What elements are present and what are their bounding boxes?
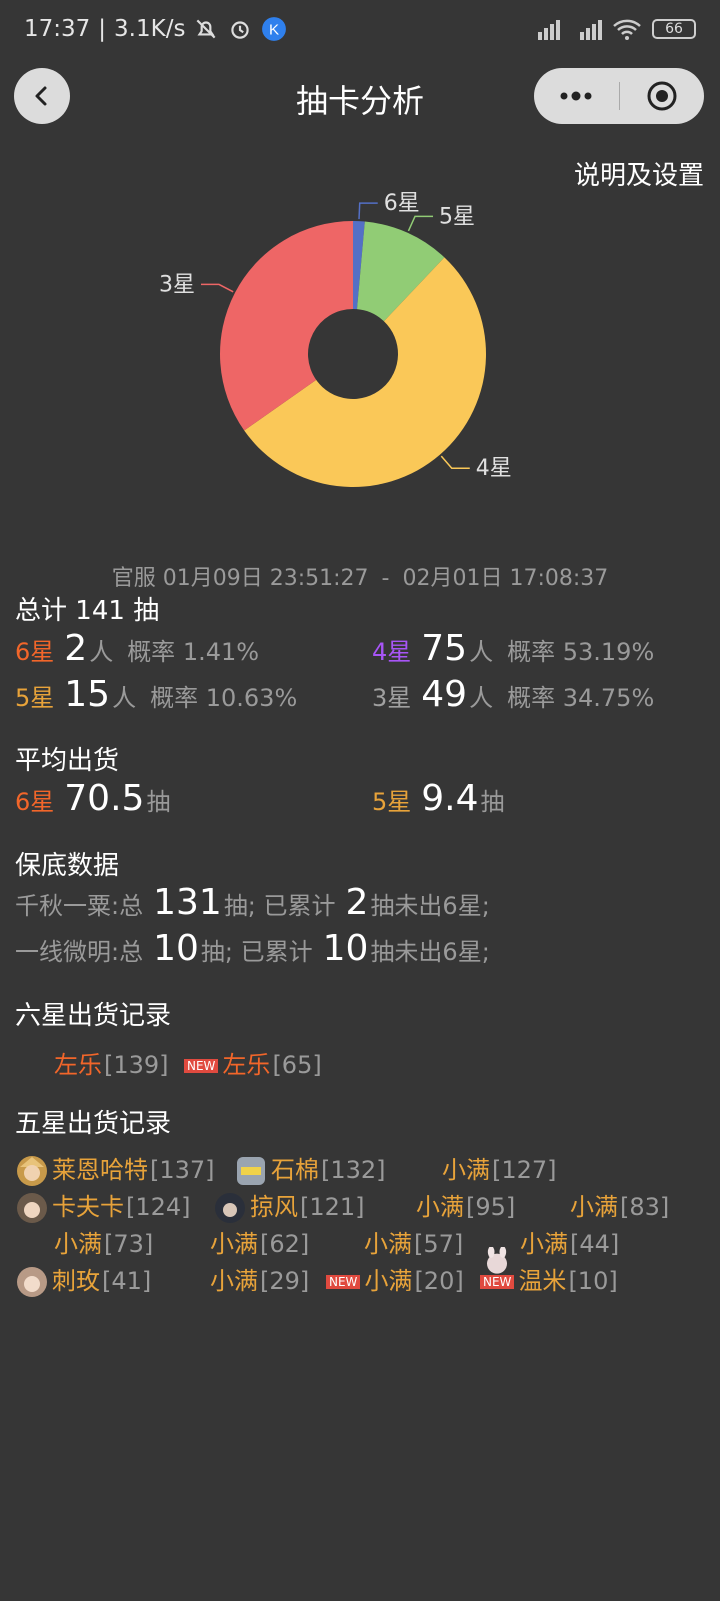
signal-hd-icon bbox=[538, 20, 560, 40]
five-star-record: 小满[83] bbox=[570, 1193, 670, 1221]
new-badge: NEW bbox=[184, 1059, 219, 1073]
slice-label: 6星 bbox=[384, 191, 420, 216]
pity-row-1: 千秋一粟:总 131抽; 已累计 2抽未出6星; bbox=[15, 882, 490, 923]
leader-line bbox=[200, 283, 234, 293]
capsule-divider bbox=[619, 82, 620, 110]
five-star-record: 小满[127] bbox=[442, 1156, 557, 1184]
slice-label: 4星 bbox=[476, 456, 512, 481]
stat-row-2: 5星 15人 概率 10.63% 3星 49人 概率 34.75% bbox=[15, 674, 705, 720]
stat-6-star: 6星 2人 概率 1.41% bbox=[15, 628, 260, 669]
range-end: 02月01日 17:08:37 bbox=[402, 566, 609, 591]
five-star-record: NEW 小满[20] bbox=[326, 1261, 464, 1296]
new-badge: NEW bbox=[480, 1275, 515, 1289]
stat-5-star: 5星 15人 概率 10.63% bbox=[15, 674, 298, 715]
new-badge: NEW bbox=[326, 1275, 361, 1289]
close-target-icon[interactable] bbox=[646, 80, 678, 112]
five-star-record: 小满[29] bbox=[210, 1267, 310, 1295]
mini-program-capsule bbox=[534, 68, 704, 124]
alarm-icon bbox=[231, 21, 250, 39]
settings-link[interactable]: 说明及设置 bbox=[574, 155, 704, 192]
five-star-record: 小满[73] bbox=[54, 1230, 154, 1258]
more-icon[interactable] bbox=[558, 86, 594, 106]
nav-bar: 抽卡分析 bbox=[0, 64, 720, 132]
range-separator: - bbox=[381, 566, 390, 591]
reinhart-avatar-icon bbox=[17, 1156, 47, 1186]
windflit-avatar-icon bbox=[215, 1193, 245, 1223]
stat-4-star: 4星 75人 概率 53.19% bbox=[372, 628, 655, 669]
five-star-record: 莱恩哈特[137] bbox=[14, 1150, 215, 1189]
app-notification-icon: K bbox=[262, 17, 287, 41]
leader-line bbox=[358, 202, 378, 220]
warmy-avatar-icon bbox=[487, 1247, 507, 1274]
svg-text:K: K bbox=[269, 21, 279, 38]
average-row: 6星 70.5抽 5星 9.4抽 bbox=[15, 778, 705, 824]
five-star-record: 卡夫卡[124] bbox=[14, 1187, 191, 1226]
time-range: 官服 01月09日 23:51:27 - 02月01日 17:08:37 bbox=[0, 560, 720, 592]
mute-bell-icon bbox=[197, 19, 216, 39]
six-star-record: NEW 左乐[65] bbox=[184, 1045, 322, 1080]
five-star-record: 小满[95] bbox=[416, 1193, 516, 1221]
status-time: 17:37 bbox=[24, 16, 91, 42]
five-star-record: 刺玫[41] bbox=[14, 1261, 151, 1300]
five-star-record: NEW 温米[10] bbox=[480, 1247, 618, 1296]
six-star-record: 左乐[139] bbox=[54, 1051, 169, 1079]
signal-hd-2-icon bbox=[580, 20, 602, 40]
battery-icon: 66 bbox=[652, 19, 696, 39]
pity-heading: 保底数据 bbox=[15, 851, 120, 881]
range-start: 01月09日 23:51:27 bbox=[162, 566, 369, 591]
wifi-icon bbox=[613, 19, 641, 40]
slice-label: 3星 bbox=[159, 272, 195, 297]
five-star-record: 小满[62] bbox=[210, 1230, 310, 1258]
five-star-record: 小满[44] bbox=[520, 1230, 620, 1258]
five-star-record: 小满[57] bbox=[364, 1230, 464, 1258]
six-star-record-heading: 六星出货记录 bbox=[15, 1001, 172, 1031]
pull-distribution-chart: 6星 5星 4星 3星 bbox=[159, 191, 512, 487]
five-star-record: 石棉[132] bbox=[233, 1150, 386, 1189]
total-heading: 总计 141 抽 bbox=[15, 596, 160, 626]
average-5-star: 5星 9.4抽 bbox=[372, 778, 505, 819]
average-6-star: 6星 70.5抽 bbox=[15, 778, 171, 819]
kafka-avatar-icon bbox=[17, 1193, 47, 1223]
server-name: 官服 bbox=[111, 566, 156, 591]
asbestos-avatar-icon bbox=[237, 1157, 265, 1185]
five-star-record: 掠风[121] bbox=[212, 1187, 365, 1226]
five-star-record-heading: 五星出货记录 bbox=[15, 1109, 172, 1139]
status-bar: 17:37 | 3.1K/s K 66 bbox=[0, 0, 720, 64]
leader-line bbox=[440, 455, 470, 469]
pity-row-2: 一线微明:总 10抽; 已累计 10抽未出6星; bbox=[15, 928, 490, 969]
stat-3-star: 3星 49人 概率 34.75% bbox=[372, 674, 655, 715]
network-speed: 3.1K/s bbox=[114, 16, 186, 42]
slice-label: 5星 bbox=[439, 204, 475, 229]
average-heading: 平均出货 bbox=[15, 746, 120, 776]
stat-row-1: 6星 2人 概率 1.41% 4星 75人 概率 53.19% bbox=[15, 628, 705, 674]
leader-line bbox=[407, 215, 434, 232]
ciwei-avatar-icon bbox=[17, 1267, 47, 1297]
